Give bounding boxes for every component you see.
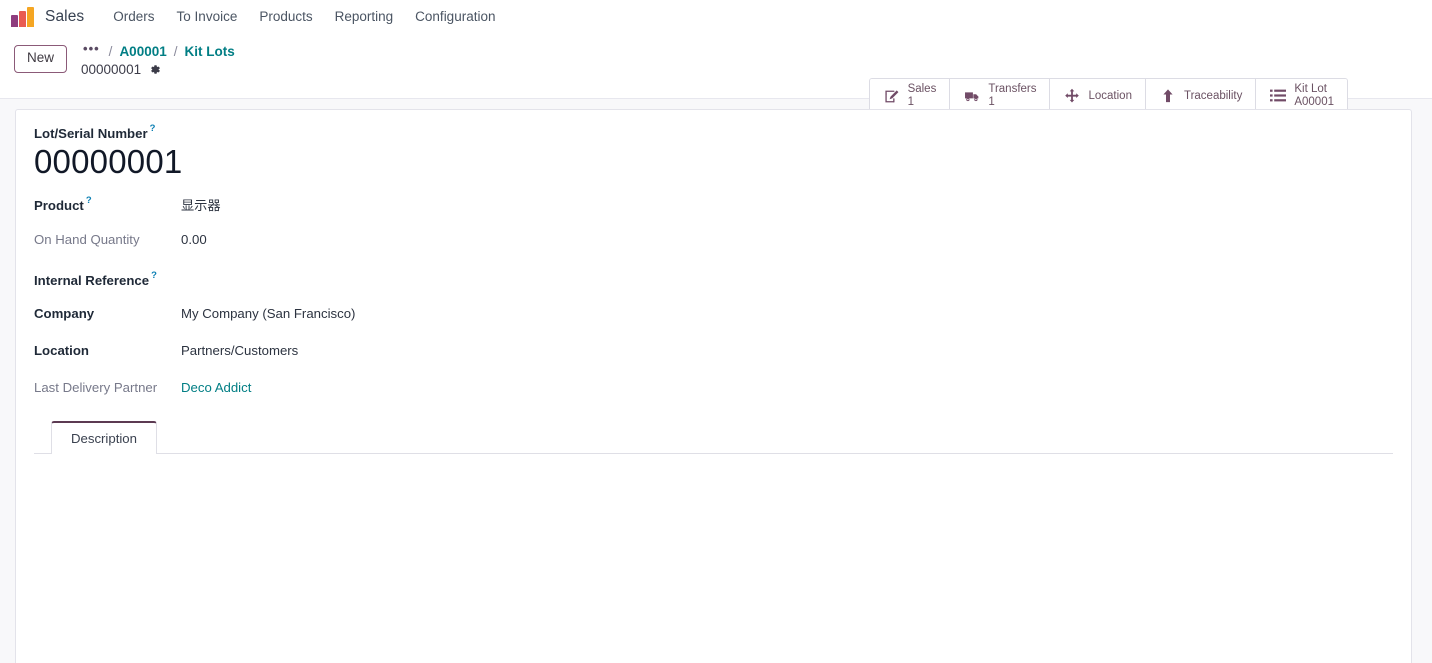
- field-row-product: Product ? 显示器: [34, 195, 1393, 221]
- help-icon-internal-reference[interactable]: ?: [151, 270, 157, 281]
- nav-item-products[interactable]: Products: [248, 5, 323, 28]
- field-label-location: Location: [34, 343, 181, 358]
- field-value-location[interactable]: Partners/Customers: [181, 343, 298, 358]
- stat-button-traceability-text: Traceability: [1184, 90, 1242, 103]
- stat-button-transfers[interactable]: Transfers 1: [950, 79, 1051, 113]
- breadcrumb-row: ••• / A00001 / Kit Lots: [81, 41, 235, 61]
- stat-button-location[interactable]: Location: [1050, 79, 1146, 113]
- pencil-square-icon: [883, 89, 901, 104]
- field-label-on-hand-quantity-text: On Hand Quantity: [34, 232, 140, 247]
- field-label-internal-reference: Internal Reference ?: [34, 270, 181, 288]
- stat-button-sales-label: Sales: [907, 83, 937, 96]
- field-label-on-hand-quantity: On Hand Quantity: [34, 232, 181, 247]
- stat-button-kit-lot-value: A00001: [1294, 96, 1334, 108]
- field-label-product: Product ?: [34, 195, 181, 213]
- field-row-internal-reference: Internal Reference ?: [34, 269, 1393, 295]
- stat-button-traceability-label: Traceability: [1183, 89, 1243, 102]
- breadcrumb-item-kit-lots[interactable]: Kit Lots: [185, 44, 235, 61]
- breadcrumb-ellipsis[interactable]: •••: [81, 41, 102, 57]
- field-value-on-hand-quantity: 0.00: [181, 232, 207, 247]
- field-row-last-delivery-partner: Last Delivery Partner Deco Addict: [34, 380, 1393, 406]
- stat-button-location-text: Location: [1088, 90, 1131, 103]
- arrows-move-icon: [1063, 88, 1081, 104]
- stat-button-traceability[interactable]: Traceability: [1145, 79, 1257, 113]
- stat-button-kit-lot-label: Kit Lot: [1294, 83, 1327, 96]
- help-icon-lot-serial-number[interactable]: ?: [150, 123, 156, 134]
- form-sheet-background: Lot/Serial Number ? 00000001 Product ? 显…: [0, 99, 1432, 663]
- field-row-on-hand-quantity: On Hand Quantity 0.00: [34, 232, 1393, 258]
- breadcrumb-separator-1: /: [108, 44, 113, 59]
- stat-button-location-label: Location: [1088, 89, 1132, 102]
- list-ul-icon: [1269, 89, 1287, 103]
- field-value-internal-reference[interactable]: [181, 269, 301, 285]
- stat-button-sales-text: Sales 1: [908, 83, 937, 109]
- nav-item-to-invoice[interactable]: To Invoice: [166, 5, 249, 28]
- nav-item-orders[interactable]: Orders: [102, 5, 165, 28]
- nav-item-reporting[interactable]: Reporting: [324, 5, 405, 28]
- tab-panel-description[interactable]: [34, 454, 1393, 624]
- help-icon-product[interactable]: ?: [86, 195, 92, 206]
- odoo-sales-logo-icon[interactable]: [11, 6, 34, 27]
- stat-button-sales[interactable]: Sales 1: [869, 79, 951, 113]
- breadcrumb-item-a00001[interactable]: A00001: [119, 44, 166, 61]
- control-panel-left: New ••• / A00001 / Kit Lots 00000001: [14, 41, 235, 77]
- nav-item-configuration[interactable]: Configuration: [404, 5, 506, 28]
- stat-button-transfers-value: 1: [988, 96, 995, 108]
- field-value-product[interactable]: 显示器: [181, 195, 221, 214]
- field-label-product-text: Product: [34, 198, 84, 213]
- stat-button-kit-lot[interactable]: Kit Lot A00001: [1256, 79, 1347, 113]
- tab-description[interactable]: Description: [51, 421, 157, 454]
- field-label-last-delivery-partner: Last Delivery Partner: [34, 380, 181, 395]
- field-row-company: Company My Company (San Francisco): [34, 306, 1393, 332]
- field-label-company: Company: [34, 306, 181, 321]
- stat-button-transfers-label: Transfers: [988, 83, 1037, 96]
- form-fields-table: Product ? 显示器 On Hand Quantity 0.00 Inte…: [34, 195, 1393, 406]
- field-value-company[interactable]: My Company (San Francisco): [181, 306, 355, 321]
- field-row-location: Location Partners/Customers: [34, 343, 1393, 369]
- breadcrumb: ••• / A00001 / Kit Lots 00000001: [81, 41, 235, 77]
- stat-button-sales-value: 1: [907, 96, 914, 108]
- notebook: Description: [34, 420, 1393, 624]
- form-sheet: Lot/Serial Number ? 00000001 Product ? 显…: [15, 109, 1412, 663]
- breadcrumb-separator-2: /: [173, 44, 178, 59]
- field-label-company-text: Company: [34, 306, 95, 321]
- lot-serial-number-input[interactable]: 00000001: [34, 143, 1393, 184]
- new-button[interactable]: New: [14, 45, 68, 73]
- field-label-location-text: Location: [34, 343, 89, 358]
- navbar-menu: Orders To Invoice Products Reporting Con…: [102, 5, 506, 28]
- field-value-last-delivery-partner[interactable]: Deco Addict: [181, 380, 251, 395]
- breadcrumb-current-row: 00000001: [81, 62, 235, 77]
- control-panel: New ••• / A00001 / Kit Lots 00000001 Sal…: [0, 33, 1432, 114]
- stat-button-kit-lot-text: Kit Lot A00001: [1294, 83, 1334, 109]
- arrow-up-icon: [1159, 88, 1177, 104]
- gear-icon[interactable]: [148, 63, 161, 76]
- field-label-last-delivery-partner-text: Last Delivery Partner: [34, 380, 158, 395]
- lot-serial-number-label: Lot/Serial Number ?: [34, 123, 1393, 141]
- stat-button-transfers-text: Transfers 1: [988, 83, 1036, 109]
- lot-serial-number-label-text: Lot/Serial Number: [34, 126, 148, 141]
- top-navbar: Sales Orders To Invoice Products Reporti…: [0, 0, 1432, 33]
- field-label-internal-reference-text: Internal Reference: [34, 273, 150, 288]
- notebook-tab-strip: Description: [34, 420, 1393, 454]
- breadcrumb-current-record: 00000001: [81, 61, 142, 77]
- truck-icon: [963, 89, 981, 104]
- app-name-sales[interactable]: Sales: [45, 8, 84, 26]
